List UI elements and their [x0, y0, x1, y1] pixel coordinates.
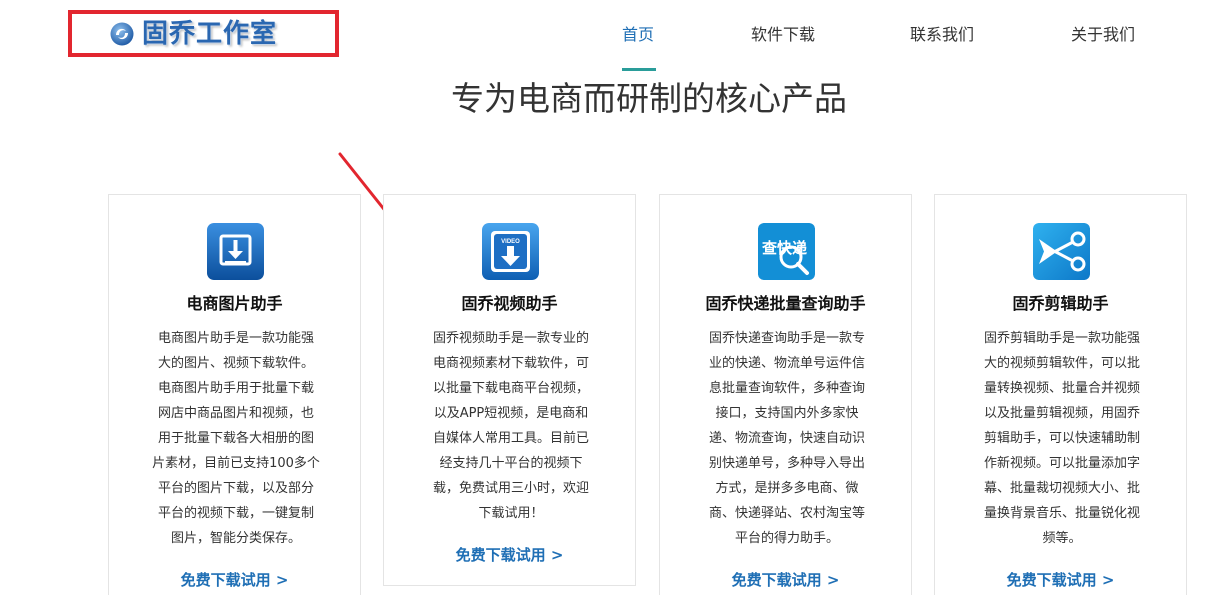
product-title: 固乔视频助手: [461, 294, 558, 313]
product-title: 电商图片助手: [186, 294, 283, 313]
nav-about-us[interactable]: 关于我们: [1071, 24, 1135, 46]
free-download-link[interactable]: 免费下载试用 >: [660, 569, 911, 591]
express-search-icon: 查快递: [758, 223, 815, 280]
product-title: 固乔快递批量查询助手: [705, 294, 866, 313]
free-download-link[interactable]: 免费下载试用 >: [384, 544, 635, 566]
nav-software-download[interactable]: 软件下载: [751, 24, 815, 46]
product-description: 电商图片助手是一款功能强 大的图片、视频下载软件。 电商图片助手用于批量下载 网…: [152, 331, 320, 546]
product-title: 固乔剪辑助手: [1012, 294, 1109, 313]
logo-emblem-icon: [110, 22, 134, 46]
video-download-icon: VIDEO: [482, 223, 539, 280]
free-download-link[interactable]: 免费下载试用 >: [935, 569, 1186, 591]
product-card-video-helper: VIDEO 固乔视频助手 固乔视频助手是一款专业的 电商视频素材下载软件，可 以…: [383, 194, 636, 586]
logo-text: 固乔工作室: [142, 19, 278, 49]
svg-text:VIDEO: VIDEO: [501, 239, 520, 245]
product-card-express-helper: 查快递 固乔快递批量查询助手 固乔快递查询助手是一款专 业的快递、物流单号运件信…: [659, 194, 912, 595]
product-description: 固乔快递查询助手是一款专 业的快递、物流单号运件信 息批量查询软件，多种查询 接…: [708, 331, 865, 546]
product-card-editing-helper: 固乔剪辑助手 固乔剪辑助手是一款功能强 大的视频剪辑软件，可以批 量转换视频、批…: [934, 194, 1187, 595]
download-box-icon: [207, 223, 264, 280]
nav-home[interactable]: 首页: [622, 24, 654, 46]
nav-active-underline: [622, 68, 656, 71]
page-headline: 专为电商而研制的核心产品: [451, 79, 847, 118]
product-card-image-helper: 电商图片助手 电商图片助手是一款功能强 大的图片、视频下载软件。 电商图片助手用…: [108, 194, 361, 595]
free-download-link[interactable]: 免费下载试用 >: [109, 569, 360, 591]
nav-contact-us[interactable]: 联系我们: [910, 24, 974, 46]
product-description: 固乔视频助手是一款专业的 电商视频素材下载软件，可 以批量下载电商平台视频， 以…: [432, 331, 589, 521]
scissors-icon: [1033, 223, 1090, 280]
site-logo[interactable]: 固乔工作室: [110, 18, 277, 50]
product-description: 固乔剪辑助手是一款功能强 大的视频剪辑软件，可以批 量转换视频、批量合并视频 以…: [983, 331, 1140, 546]
